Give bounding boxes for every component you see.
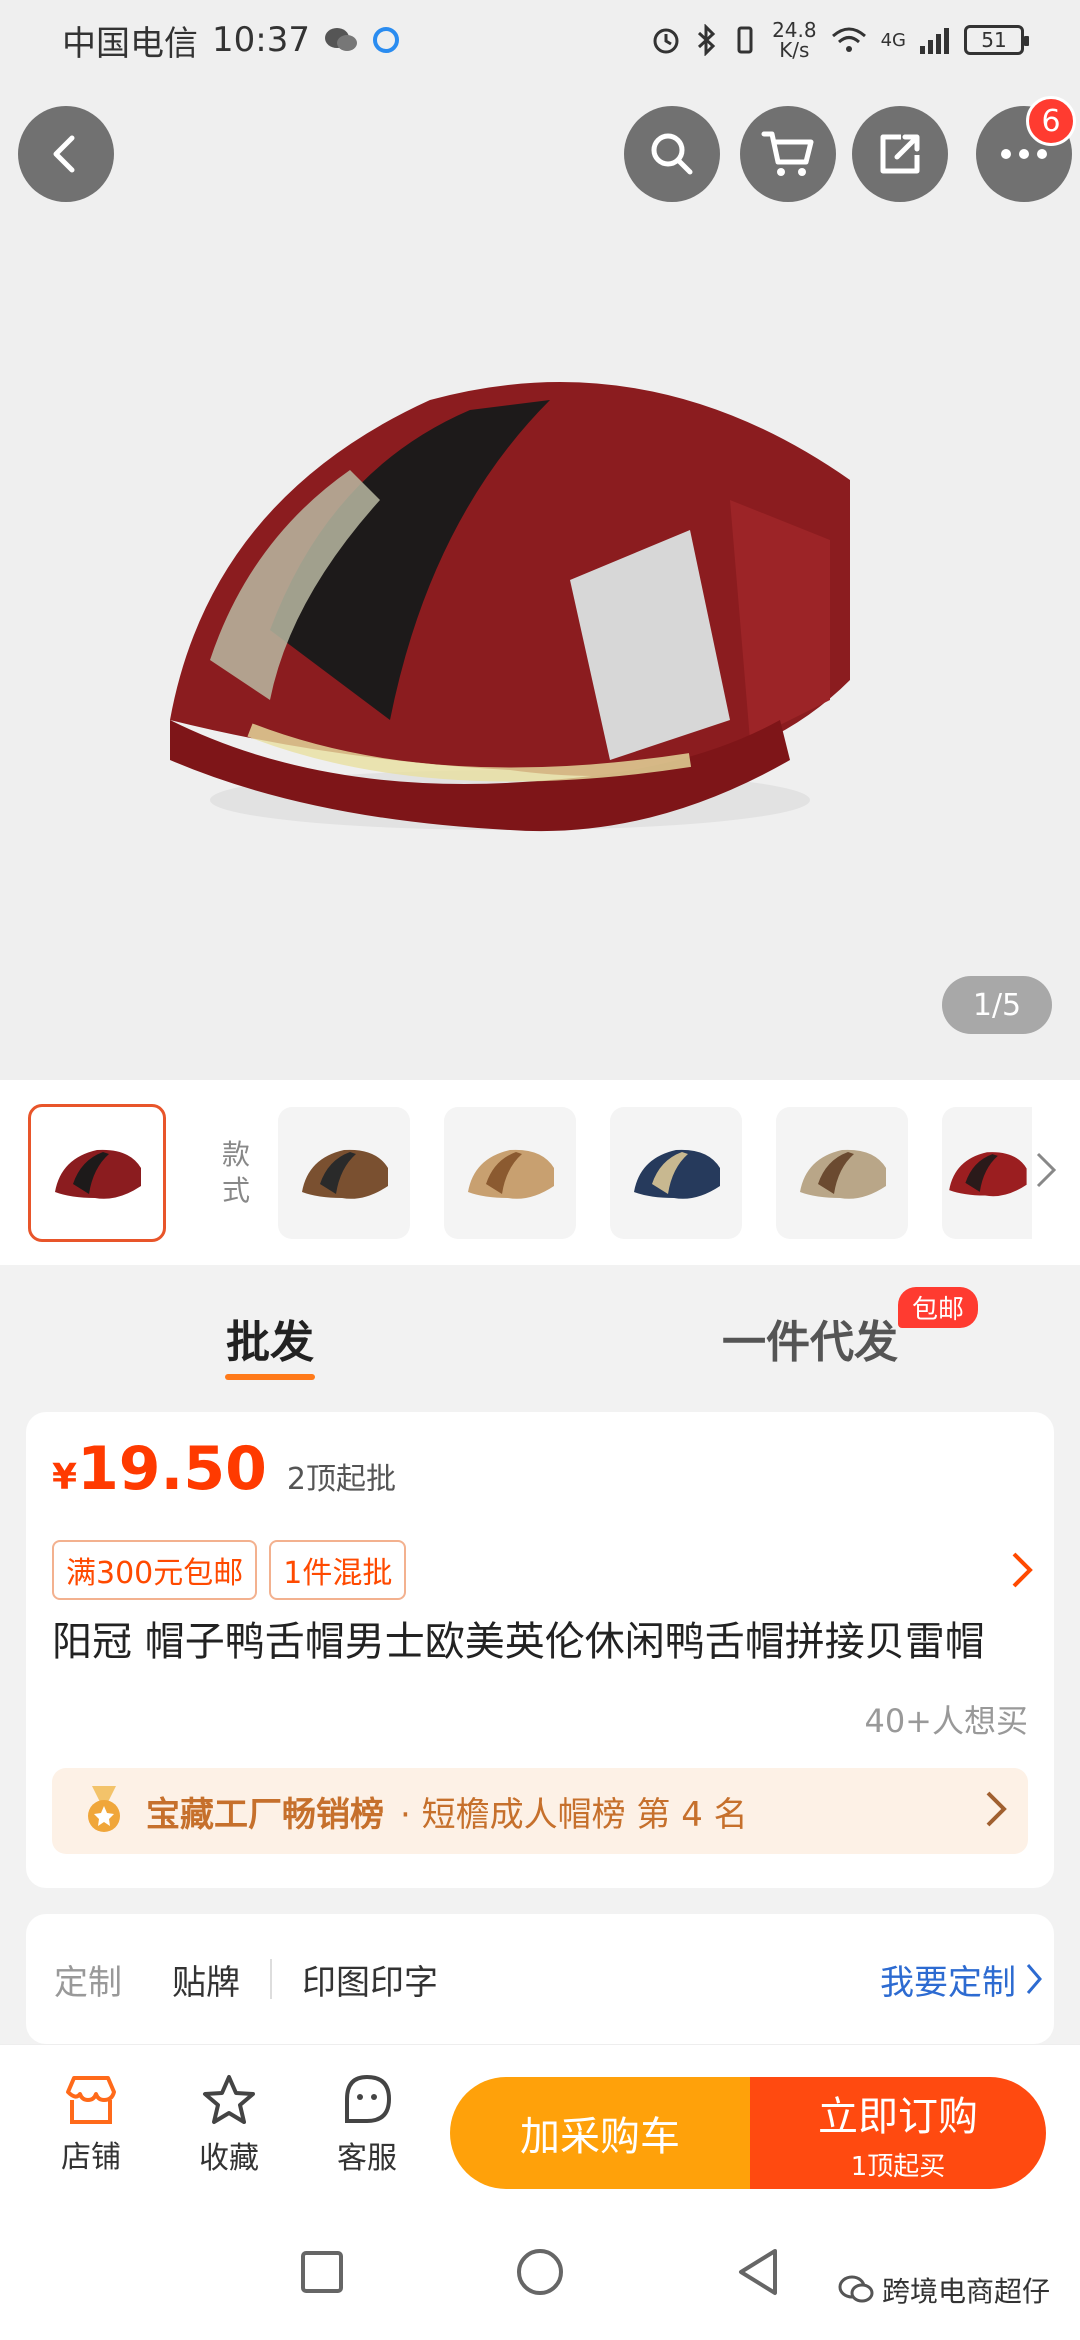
- chevron-right-icon: [984, 1789, 1008, 1833]
- hat-thumb-image: [302, 1149, 388, 1199]
- buy-now-button[interactable]: 立即订购 1顶起买: [750, 2077, 1046, 2189]
- rank-detail: · 短檐成人帽榜 第 4 名: [400, 1794, 748, 1835]
- price: 19.50: [77, 1434, 267, 1504]
- bottom-action-bar: 店铺 收藏 客服 加采购车 立即订购 1顶起买: [0, 2044, 1080, 2204]
- promo-tag: 1件混批: [269, 1540, 407, 1600]
- shop-icon: [66, 2075, 116, 2124]
- star-icon: [203, 2074, 255, 2124]
- alarm-icon: [650, 24, 682, 56]
- network-type: 4G: [880, 29, 906, 51]
- hat-thumb-image: [634, 1149, 720, 1199]
- free-shipping-badge: 包邮: [898, 1287, 979, 1328]
- ranking-banner[interactable]: 宝藏工厂畅销榜 · 短檐成人帽榜 第 4 名: [52, 1768, 1028, 1854]
- style-thumb[interactable]: [444, 1106, 576, 1239]
- wifi-icon: [831, 26, 867, 54]
- chat-face-icon: [345, 2074, 392, 2123]
- style-thumbnails: 款式: [0, 1080, 1080, 1265]
- style-label: 款式: [221, 1137, 250, 1207]
- product-title: 阳冠 帽子鸭舌帽男士欧美英伦休闲鸭舌帽拼接贝雷帽: [52, 1619, 985, 1665]
- add-to-cart-button[interactable]: 加采购车: [450, 2077, 750, 2189]
- back-nav-icon[interactable]: [735, 2247, 781, 2297]
- customize-option-label: 贴牌: [172, 1962, 240, 2003]
- cart-count-badge: 6: [1026, 96, 1076, 146]
- tab-wholesale[interactable]: 批发: [0, 1265, 540, 1410]
- favorite-button[interactable]: 收藏: [160, 2073, 298, 2177]
- signal-icon: [920, 26, 950, 54]
- home-icon[interactable]: [515, 2247, 565, 2297]
- shop-button[interactable]: 店铺: [22, 2074, 160, 2176]
- more-button[interactable]: 6: [976, 96, 1076, 202]
- vibrate-icon: [732, 24, 758, 56]
- product-info-card: ¥ 19.50 2顶起批 满300元包邮 1件混批 阳冠 帽子鸭舌帽男士欧美英伦…: [26, 1412, 1054, 1888]
- purchase-mode-tabs: 批发 一件代发 包邮: [0, 1265, 1080, 1410]
- style-thumb[interactable]: [942, 1106, 1032, 1239]
- promo-tags[interactable]: 满300元包邮 1件混批: [52, 1540, 407, 1600]
- active-tab-indicator: [225, 1374, 315, 1380]
- clock: 10:37: [212, 20, 310, 60]
- wechat-icon: [838, 2275, 874, 2303]
- divider: [270, 1959, 272, 1999]
- status-bar: 中国电信 10:37 24.8 K/s 4G 51: [0, 0, 1080, 80]
- style-thumb[interactable]: [28, 1103, 166, 1242]
- bluetooth-icon: [696, 24, 718, 56]
- back-button[interactable]: [18, 106, 114, 202]
- hat-thumb-image: [800, 1149, 886, 1199]
- watermark: 跨境电商超仔: [838, 2270, 1050, 2310]
- customize-link[interactable]: 我要定制: [880, 1955, 1044, 2004]
- price-row: ¥ 19.50 2顶起批: [52, 1434, 396, 1504]
- rank-title: 宝藏工厂畅销榜: [146, 1794, 384, 1835]
- browser-icon: [372, 26, 400, 54]
- hat-thumb-image: [55, 1149, 141, 1199]
- image-pager: 1/5: [942, 976, 1052, 1034]
- tab-dropship[interactable]: 一件代发 包邮: [540, 1265, 1080, 1410]
- back-icon: [53, 135, 75, 173]
- customer-service-button[interactable]: 客服: [298, 2073, 436, 2177]
- medal-icon: [88, 1786, 120, 1832]
- promo-tag: 满300元包邮: [52, 1540, 258, 1600]
- hat-thumb-image: [949, 1151, 1027, 1196]
- customize-label: 定制: [54, 1962, 122, 2003]
- battery-indicator: 51: [964, 25, 1029, 55]
- chevron-right-icon: [1026, 1964, 1042, 1994]
- currency-symbol: ¥: [52, 1457, 78, 1498]
- carrier: 中国电信: [62, 23, 198, 64]
- customize-card: 定制 贴牌 印图印字 我要定制: [26, 1914, 1054, 2044]
- min-order: 2顶起批: [286, 1462, 396, 1497]
- recent-apps-icon[interactable]: [299, 2249, 345, 2295]
- share-button[interactable]: [852, 106, 948, 202]
- net-speed: 24.8 K/s: [772, 18, 817, 62]
- share-icon: [880, 134, 920, 174]
- more-icon: [1001, 149, 1047, 159]
- product-image-gallery[interactable]: 6 1/5: [0, 0, 1080, 1080]
- want-count: 40+人想买: [864, 1702, 1028, 1740]
- cart-icon: [761, 131, 814, 176]
- product-photo: [170, 382, 850, 832]
- style-thumb[interactable]: [278, 1106, 410, 1239]
- chevron-right-icon[interactable]: [1034, 1150, 1058, 1194]
- search-icon: [651, 133, 693, 175]
- cart-button[interactable]: [740, 106, 836, 202]
- wechat-icon: [324, 26, 358, 54]
- chevron-right-icon[interactable]: [1010, 1550, 1034, 1594]
- style-thumb[interactable]: [776, 1106, 908, 1239]
- search-button[interactable]: [624, 106, 720, 202]
- customize-option-print: 印图印字: [302, 1962, 438, 2003]
- hat-thumb-image: [468, 1149, 554, 1199]
- style-thumb[interactable]: [610, 1106, 742, 1239]
